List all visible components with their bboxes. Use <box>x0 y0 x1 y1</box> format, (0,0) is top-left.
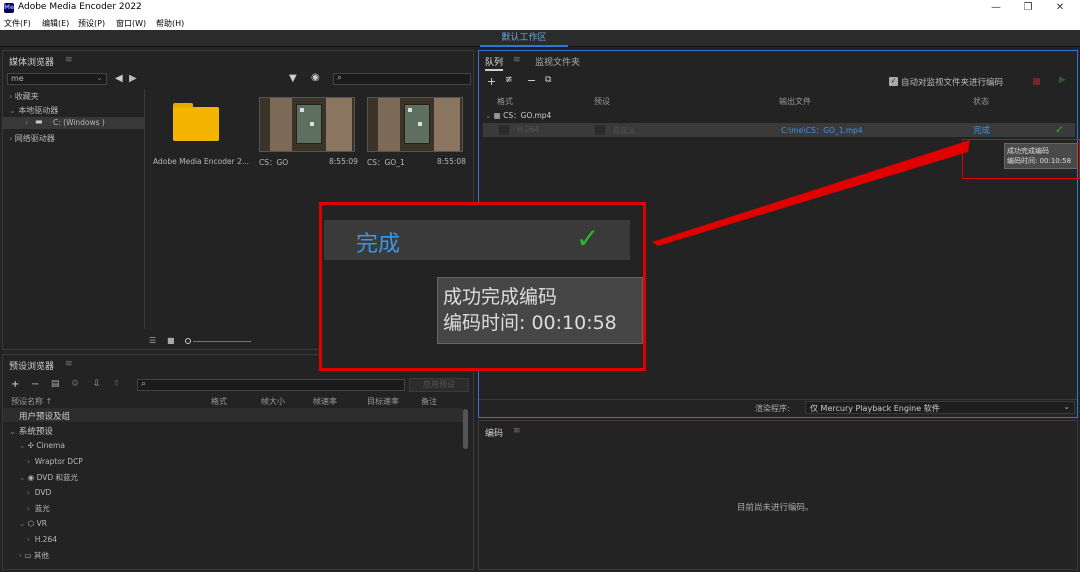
zoom-status-row: 完成 ✓ <box>324 220 630 260</box>
arrow-icon <box>652 140 970 246</box>
zoom-status-text: 完成 <box>356 232 401 257</box>
zoom-check-icon: ✓ <box>576 222 600 255</box>
zoom-callout: 完成 ✓ 成功完成编码 编码时间: 00:10:58 <box>319 202 646 371</box>
zoom-tooltip: 成功完成编码 编码时间: 00:10:58 <box>437 277 643 344</box>
